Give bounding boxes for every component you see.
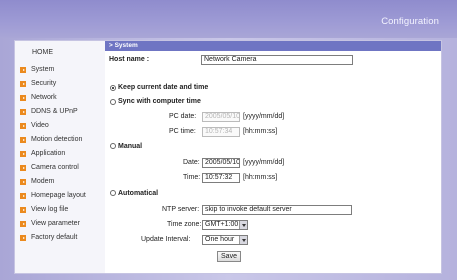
pc-date-format: [yyyy/mm/dd] (243, 113, 285, 120)
sidebar-item-factory-default[interactable]: Factory default (20, 232, 104, 243)
sidebar-item-homepage-layout[interactable]: Homepage layout (20, 190, 104, 201)
update-interval-select[interactable]: One hour (202, 235, 248, 245)
manual-label: Manual (118, 143, 143, 150)
sidebar-item-modem[interactable]: Modem (20, 176, 104, 187)
chevron-down-icon (239, 221, 247, 229)
sidebar-item-label: View parameter (31, 220, 80, 227)
time-label: Time: (183, 174, 201, 181)
arrow-icon (20, 164, 26, 171)
sidebar-item-ddns-upnp[interactable]: DDNS & UPnP (20, 106, 104, 117)
pc-time-label: PC time: (169, 128, 196, 135)
time-zone-value: GMT+1:00 (205, 221, 239, 228)
arrow-icon (20, 234, 26, 241)
pc-time-input[interactable]: 10:57:34 (202, 127, 240, 137)
sidebar-item-label: Factory default (31, 234, 78, 241)
arrow-icon (20, 206, 26, 213)
sync-time-label: Sync with computer time (118, 98, 201, 105)
arrow-icon (20, 192, 26, 199)
pc-time-format: [hh:mm:ss] (243, 128, 278, 135)
pc-date-label: PC date: (169, 113, 197, 120)
arrow-icon (20, 94, 26, 101)
auto-label: Automatical (118, 190, 159, 197)
arrow-icon (20, 220, 26, 227)
sync-time-radio[interactable] (110, 99, 116, 105)
update-interval-value: One hour (205, 236, 235, 243)
time-zone-label: Time zone: (167, 221, 202, 228)
sidebar-item-label: Modem (31, 178, 55, 185)
arrow-icon (20, 136, 26, 143)
chevron-down-icon (239, 236, 247, 244)
arrow-icon (20, 66, 26, 73)
sidebar-item-label: Application (31, 150, 66, 157)
save-button[interactable]: Save (217, 251, 241, 262)
pc-date-input[interactable]: 2005/05/10 (202, 112, 240, 122)
sidebar-item-label: Network (31, 94, 57, 101)
update-interval-label: Update Interval: (141, 236, 191, 243)
sidebar-item-motion-detection[interactable]: Motion detection (20, 134, 104, 145)
arrow-icon (20, 80, 26, 87)
time-input[interactable]: 10:57:32 (202, 173, 240, 183)
sidebar-item-view-log-file[interactable]: View log file (20, 204, 104, 215)
ntp-server-input[interactable]: skip to invoke default server (202, 205, 352, 215)
sidebar-item-label: Security (31, 80, 57, 87)
auto-radio[interactable] (110, 190, 116, 196)
sidebar-item-label: View log file (31, 206, 69, 213)
host-name-label: Host name : (109, 56, 150, 63)
sidebar-item-security[interactable]: Security (20, 78, 104, 89)
date-format: [yyyy/mm/dd] (243, 159, 285, 166)
config-panel: HOME System Security Network DDNS & UPnP… (14, 40, 442, 274)
arrow-icon (20, 178, 26, 185)
keep-time-radio[interactable] (110, 85, 116, 91)
section-title: > System (105, 41, 441, 51)
manual-radio[interactable] (110, 143, 116, 149)
system-settings: > System Host name : Network Camera Keep… (105, 41, 441, 273)
time-zone-select[interactable]: GMT+1:00 (202, 220, 248, 230)
sidebar-item-view-parameter[interactable]: View parameter (20, 218, 104, 229)
nav-home[interactable]: HOME (32, 49, 53, 56)
header-bar: Configuration (0, 0, 457, 38)
sidebar-item-label: Video (31, 122, 49, 129)
sidebar-item-label: System (31, 66, 55, 73)
date-input[interactable]: 2005/05/10 (202, 158, 240, 168)
sidebar-item-label: DDNS & UPnP (31, 108, 78, 115)
host-name-input[interactable]: Network Camera (201, 55, 353, 65)
ntp-server-label: NTP server: (162, 206, 200, 213)
sidebar-item-label: Motion detection (31, 136, 83, 143)
sidebar-item-label: Camera control (31, 164, 79, 171)
page-title: Configuration (381, 16, 439, 27)
sidebar-item-label: Homepage layout (31, 192, 86, 199)
time-format: [hh:mm:ss] (243, 174, 278, 181)
sidebar-item-video[interactable]: Video (20, 120, 104, 131)
arrow-icon (20, 122, 26, 129)
sidebar-item-camera-control[interactable]: Camera control (20, 162, 104, 173)
sidebar-item-system[interactable]: System (20, 64, 104, 75)
date-label: Date: (183, 159, 200, 166)
keep-time-label: Keep current date and time (118, 84, 209, 91)
sidebar-item-application[interactable]: Application (20, 148, 104, 159)
arrow-icon (20, 150, 26, 157)
sidebar: HOME System Security Network DDNS & UPnP… (15, 41, 105, 273)
arrow-icon (20, 108, 26, 115)
sidebar-item-network[interactable]: Network (20, 92, 104, 103)
